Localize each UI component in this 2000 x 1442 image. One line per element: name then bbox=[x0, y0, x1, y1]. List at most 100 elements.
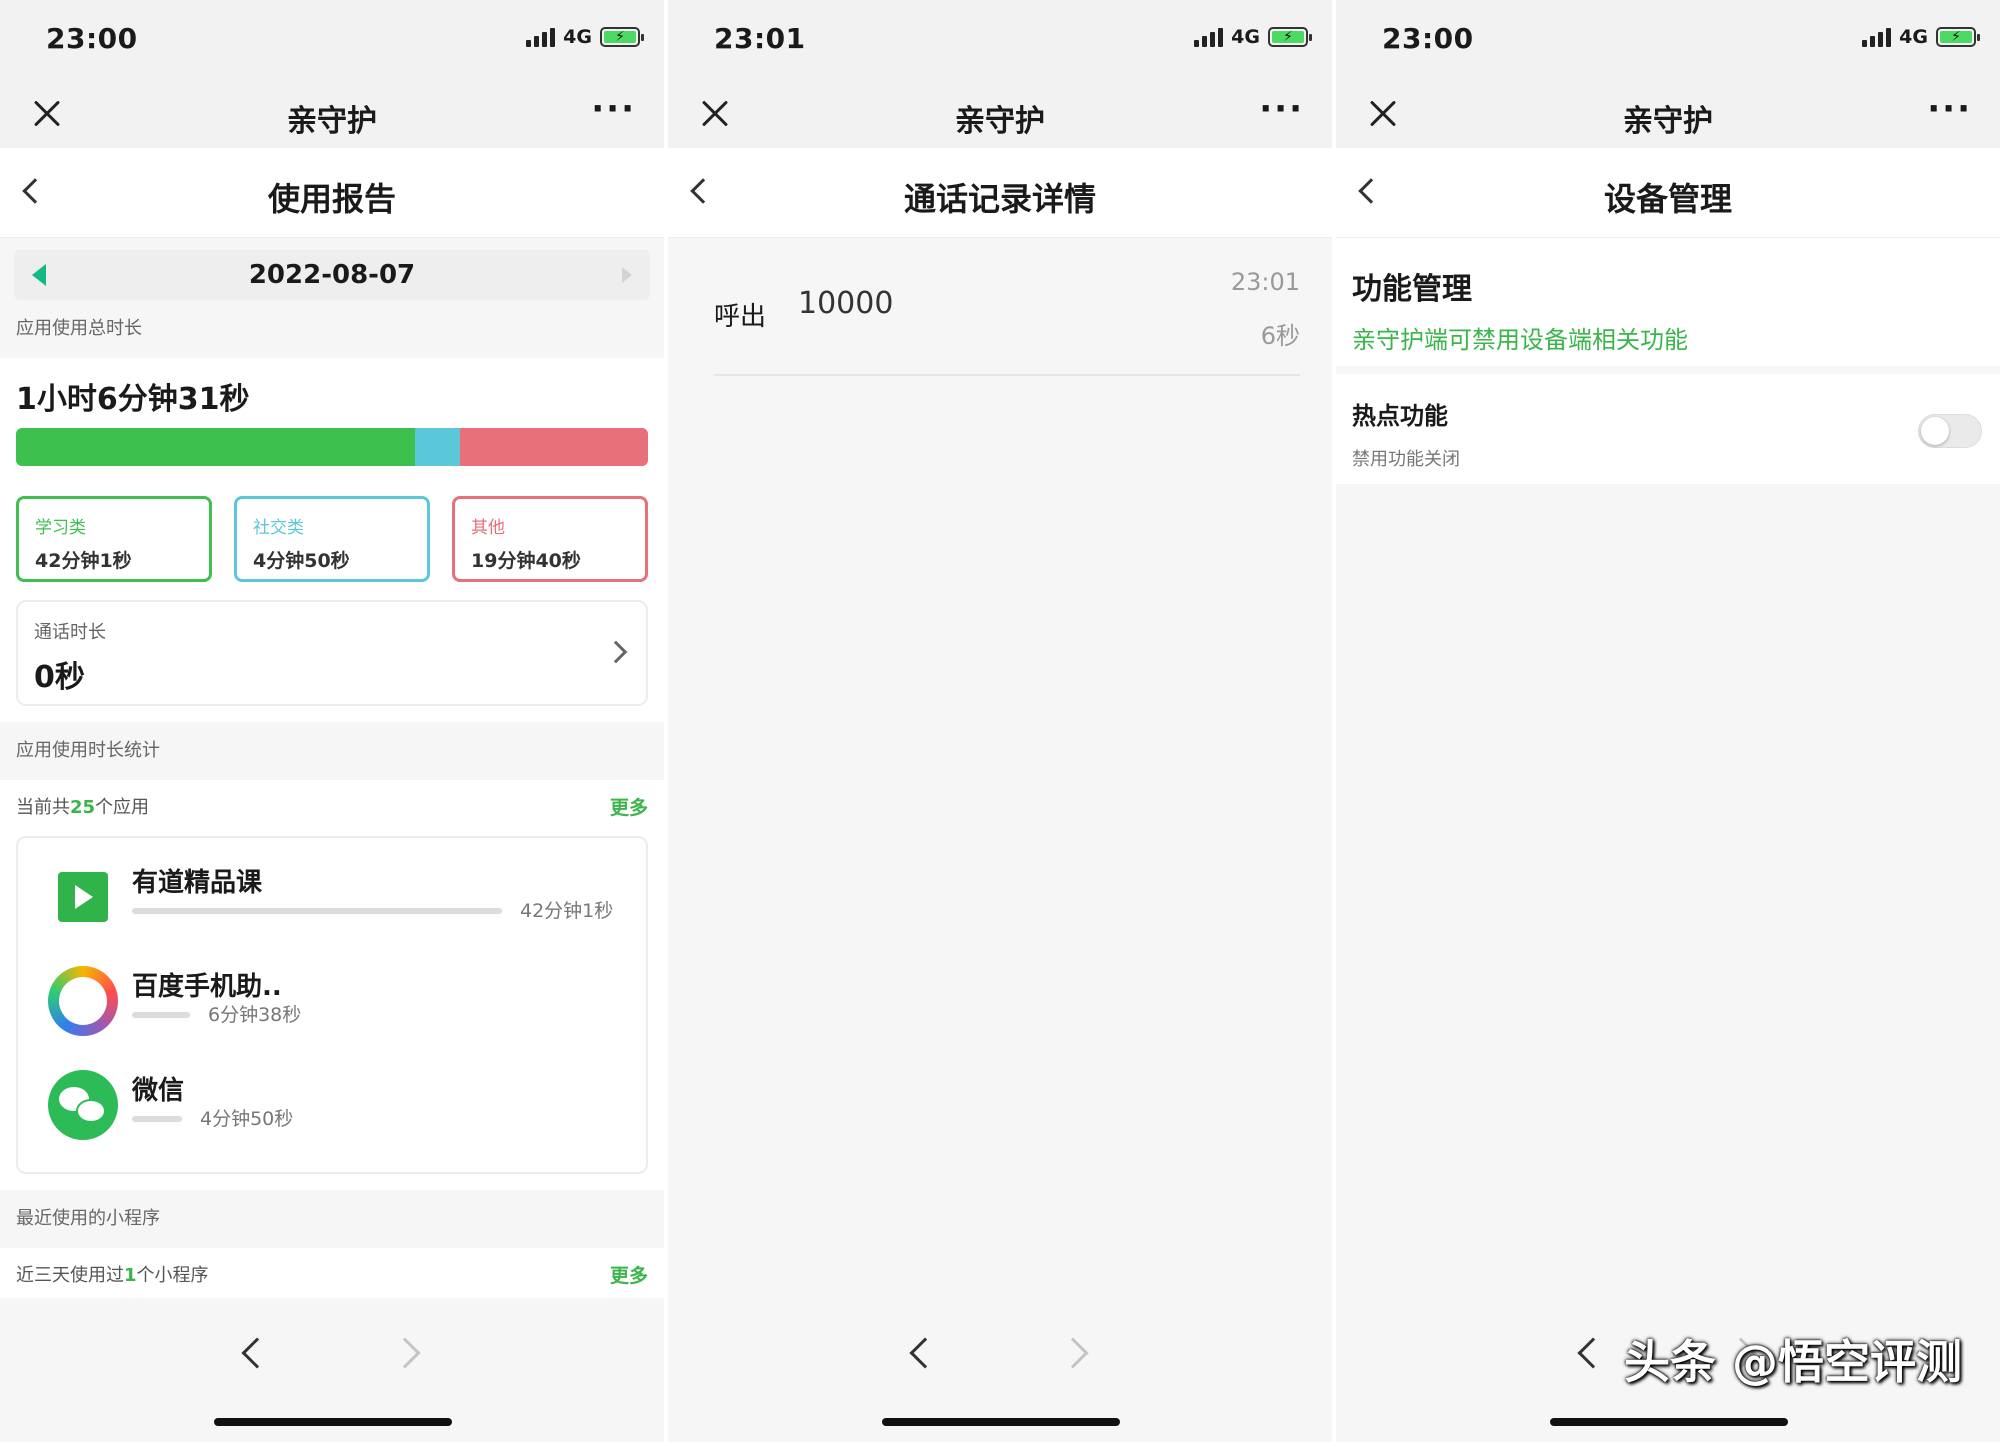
usage-bar-segment bbox=[414, 428, 461, 466]
signal-icon bbox=[1862, 27, 1892, 47]
app-title: 亲守护 bbox=[1623, 104, 1713, 139]
nav-forward-icon[interactable] bbox=[389, 1337, 421, 1369]
app-count-prefix: 当前共 bbox=[16, 797, 70, 818]
browser-bottom-bar bbox=[668, 1298, 1332, 1442]
app-duration: 6分钟38秒 bbox=[208, 1004, 302, 1026]
watermark-text: 头条 @悟空评测 bbox=[1623, 1335, 1962, 1389]
more-apps-link[interactable]: 更多 bbox=[610, 780, 648, 836]
category-name: 学习类 bbox=[35, 518, 86, 538]
current-date: 2022-08-07 bbox=[248, 260, 416, 290]
app-list: 有道精品课 42分钟1秒 百度手机助.. 6分钟38秒 微信 4分钟50秒 bbox=[16, 836, 648, 1174]
mini-count-suffix: 个小程序 bbox=[136, 1265, 209, 1286]
category-duration: 4分钟50秒 bbox=[253, 550, 350, 572]
call-duration-value: 0秒 bbox=[34, 660, 85, 695]
more-icon[interactable]: ··· bbox=[1927, 92, 1972, 126]
app-count: 25 bbox=[70, 797, 96, 818]
browser-bottom-bar bbox=[0, 1298, 664, 1442]
app-name: 百度手机助.. bbox=[132, 972, 282, 1002]
app-usage-stats-label: 应用使用时长统计 bbox=[16, 740, 160, 761]
device-management-screen: 23:00 4G ⚡ 亲守护 ··· 设备管理 功能管理 亲守护端可禁用设备端相… bbox=[1336, 0, 2000, 1442]
app-count-suffix: 个应用 bbox=[95, 797, 150, 818]
signal-icon bbox=[526, 27, 556, 47]
app-usage-card: 当前共25个应用 更多 有道精品课 42分钟1秒 百度手机助.. 6分钟38秒 微信 4分… bbox=[0, 780, 664, 1190]
date-selector: 2022-08-07 bbox=[14, 250, 650, 300]
call-direction: 呼出 bbox=[714, 302, 767, 332]
usage-summary-card: 1小时6分钟31秒 学习类 42分钟1秒 社交类 4分钟50秒 其他 19分钟40秒 通话… bbox=[0, 358, 664, 722]
nav-back-icon[interactable] bbox=[1577, 1337, 1609, 1369]
network-type: 4G bbox=[1231, 26, 1260, 48]
recent-mini-programs-label: 最近使用的小程序 bbox=[16, 1208, 160, 1229]
call-duration-label: 通话时长 bbox=[34, 622, 106, 643]
function-management-title: 功能管理 bbox=[1352, 272, 1472, 307]
category-name: 其他 bbox=[471, 518, 505, 538]
status-bar: 23:00 4G ⚡ bbox=[1336, 0, 2000, 78]
home-indicator[interactable] bbox=[882, 1418, 1120, 1426]
app-duration: 4分钟50秒 bbox=[200, 1108, 294, 1130]
hotspot-title: 热点功能 bbox=[1352, 402, 1448, 430]
call-record-row[interactable]: 呼出 10000 23:01 6秒 bbox=[714, 238, 1300, 376]
app-title: 亲守护 bbox=[287, 104, 377, 139]
nav-back-icon[interactable] bbox=[909, 1337, 941, 1369]
toggle-knob bbox=[1921, 417, 1949, 445]
mini-program-navbar: 亲守护 ··· bbox=[668, 78, 1332, 148]
nav-forward-icon[interactable] bbox=[1057, 1337, 1089, 1369]
more-icon[interactable]: ··· bbox=[1259, 92, 1304, 126]
hotspot-toggle[interactable] bbox=[1918, 414, 1982, 448]
hotspot-setting-row: 热点功能 禁用功能关闭 bbox=[1336, 374, 2000, 484]
status-time: 23:00 bbox=[46, 22, 138, 55]
network-type: 4G bbox=[1899, 26, 1928, 48]
call-time: 23:01 bbox=[1230, 268, 1300, 296]
nav-back-icon[interactable] bbox=[241, 1337, 273, 1369]
app-usage-bar bbox=[132, 1012, 190, 1018]
page-title: 通话记录详情 bbox=[903, 180, 1096, 218]
mini-count: 1 bbox=[124, 1265, 137, 1286]
page-header: 通话记录详情 bbox=[668, 148, 1332, 238]
category-card[interactable]: 社交类 4分钟50秒 bbox=[234, 496, 430, 582]
total-usage-label: 应用使用总时长 bbox=[16, 318, 142, 339]
more-mini-link[interactable]: 更多 bbox=[610, 1248, 648, 1304]
status-bar: 23:00 4G ⚡ bbox=[0, 0, 664, 78]
call-duration-card[interactable]: 通话时长 0秒 bbox=[16, 600, 648, 706]
mini-count-prefix: 近三天使用过 bbox=[16, 1265, 124, 1286]
app-list-item[interactable]: 百度手机助.. 6分钟38秒 bbox=[18, 952, 646, 1056]
next-date-icon[interactable] bbox=[622, 267, 632, 283]
call-length: 6秒 bbox=[1260, 322, 1300, 350]
app-count-row: 当前共25个应用 更多 bbox=[16, 780, 648, 836]
status-bar: 23:01 4G ⚡ bbox=[668, 0, 1332, 78]
youdao-icon bbox=[48, 862, 118, 932]
battery-icon: ⚡ bbox=[1936, 27, 1980, 47]
app-duration: 42分钟1秒 bbox=[520, 900, 614, 922]
wechat-icon bbox=[48, 1070, 118, 1140]
category-card[interactable]: 其他 19分钟40秒 bbox=[452, 496, 648, 582]
total-usage-time: 1小时6分钟31秒 bbox=[16, 382, 250, 417]
mini-program-navbar: 亲守护 ··· bbox=[0, 78, 664, 148]
usage-bar-segment bbox=[16, 428, 415, 466]
category-card[interactable]: 学习类 42分钟1秒 bbox=[16, 496, 212, 582]
more-icon[interactable]: ··· bbox=[591, 92, 636, 126]
hotspot-status: 禁用功能关闭 bbox=[1352, 449, 1460, 470]
usage-report-screen: 23:00 4G ⚡ 亲守护 ··· 使用报告 2022-08-07 应用使用总… bbox=[0, 0, 664, 1442]
usage-bar-segment bbox=[460, 428, 648, 466]
home-indicator[interactable] bbox=[1550, 1418, 1788, 1426]
status-time: 23:01 bbox=[714, 22, 806, 55]
usage-stacked-bar bbox=[16, 428, 648, 466]
call-number: 10000 bbox=[798, 286, 894, 321]
app-name: 微信 bbox=[132, 1076, 185, 1106]
category-duration: 19分钟40秒 bbox=[471, 550, 581, 572]
function-management-subtitle: 亲守护端可禁用设备端相关功能 bbox=[1352, 326, 1688, 354]
battery-icon: ⚡ bbox=[600, 27, 644, 47]
category-cards: 学习类 42分钟1秒 社交类 4分钟50秒 其他 19分钟40秒 bbox=[16, 496, 648, 582]
app-usage-bar bbox=[132, 1116, 182, 1122]
mini-count-row: 近三天使用过1个小程序 更多 bbox=[16, 1248, 648, 1304]
category-name: 社交类 bbox=[253, 518, 304, 538]
battery-icon: ⚡ bbox=[1268, 27, 1312, 47]
app-list-item[interactable]: 微信 4分钟50秒 bbox=[18, 1056, 646, 1160]
page-header: 设备管理 bbox=[1336, 148, 2000, 238]
category-duration: 42分钟1秒 bbox=[35, 550, 132, 572]
app-list-item[interactable]: 有道精品课 42分钟1秒 bbox=[18, 848, 646, 952]
page-title: 设备管理 bbox=[1603, 180, 1732, 218]
home-indicator[interactable] bbox=[214, 1418, 452, 1426]
mini-program-card: 近三天使用过1个小程序 更多 bbox=[0, 1248, 664, 1304]
call-record-screen: 23:01 4G ⚡ 亲守护 ··· 通话记录详情 呼出 10000 23:01… bbox=[668, 0, 1332, 1442]
app-title: 亲守护 bbox=[955, 104, 1045, 139]
